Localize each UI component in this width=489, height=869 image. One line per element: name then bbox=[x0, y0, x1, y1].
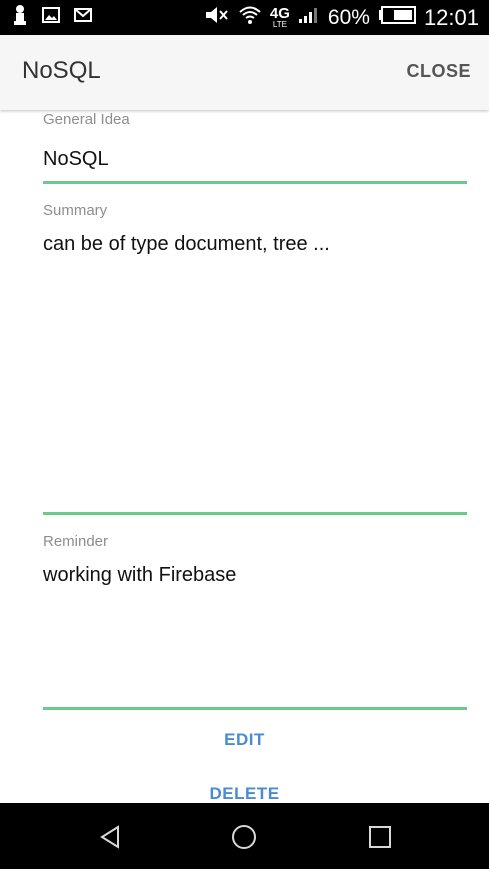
reminder-field[interactable]: working with Firebase bbox=[43, 564, 236, 587]
battery-icon bbox=[378, 6, 416, 29]
clock: 12:01 bbox=[423, 4, 479, 30]
delete-button[interactable]: DELETE bbox=[0, 784, 489, 804]
image-icon bbox=[42, 6, 60, 28]
recents-icon[interactable] bbox=[360, 817, 400, 857]
battery-percent: 60% bbox=[327, 5, 370, 29]
summary-label: Summary bbox=[43, 202, 108, 219]
general-idea-label: General Idea bbox=[43, 111, 130, 128]
reminder-underline bbox=[43, 707, 467, 710]
gmail-icon bbox=[74, 7, 92, 27]
signal-icon bbox=[298, 6, 320, 29]
wifi-icon bbox=[238, 5, 262, 30]
edit-button[interactable]: EDIT bbox=[0, 730, 489, 750]
general-idea-underline bbox=[43, 181, 467, 184]
navigation-bar bbox=[0, 803, 489, 869]
back-icon[interactable] bbox=[90, 817, 130, 857]
status-bar: 4G LTE 60% 12:01 bbox=[0, 0, 489, 35]
reminder-label: Reminder bbox=[43, 533, 109, 550]
summary-underline bbox=[43, 512, 467, 515]
close-button[interactable]: CLOSE bbox=[406, 61, 471, 82]
app-bar: NoSQL CLOSE bbox=[0, 35, 489, 110]
summary-field[interactable]: can be of type document, tree ... bbox=[43, 233, 330, 256]
general-idea-field[interactable]: NoSQL bbox=[43, 148, 109, 171]
notification-icon bbox=[12, 4, 28, 31]
mute-icon bbox=[204, 5, 230, 30]
page-title: NoSQL bbox=[22, 57, 101, 84]
network-type: 4G LTE bbox=[269, 4, 290, 29]
home-icon[interactable] bbox=[224, 817, 264, 857]
